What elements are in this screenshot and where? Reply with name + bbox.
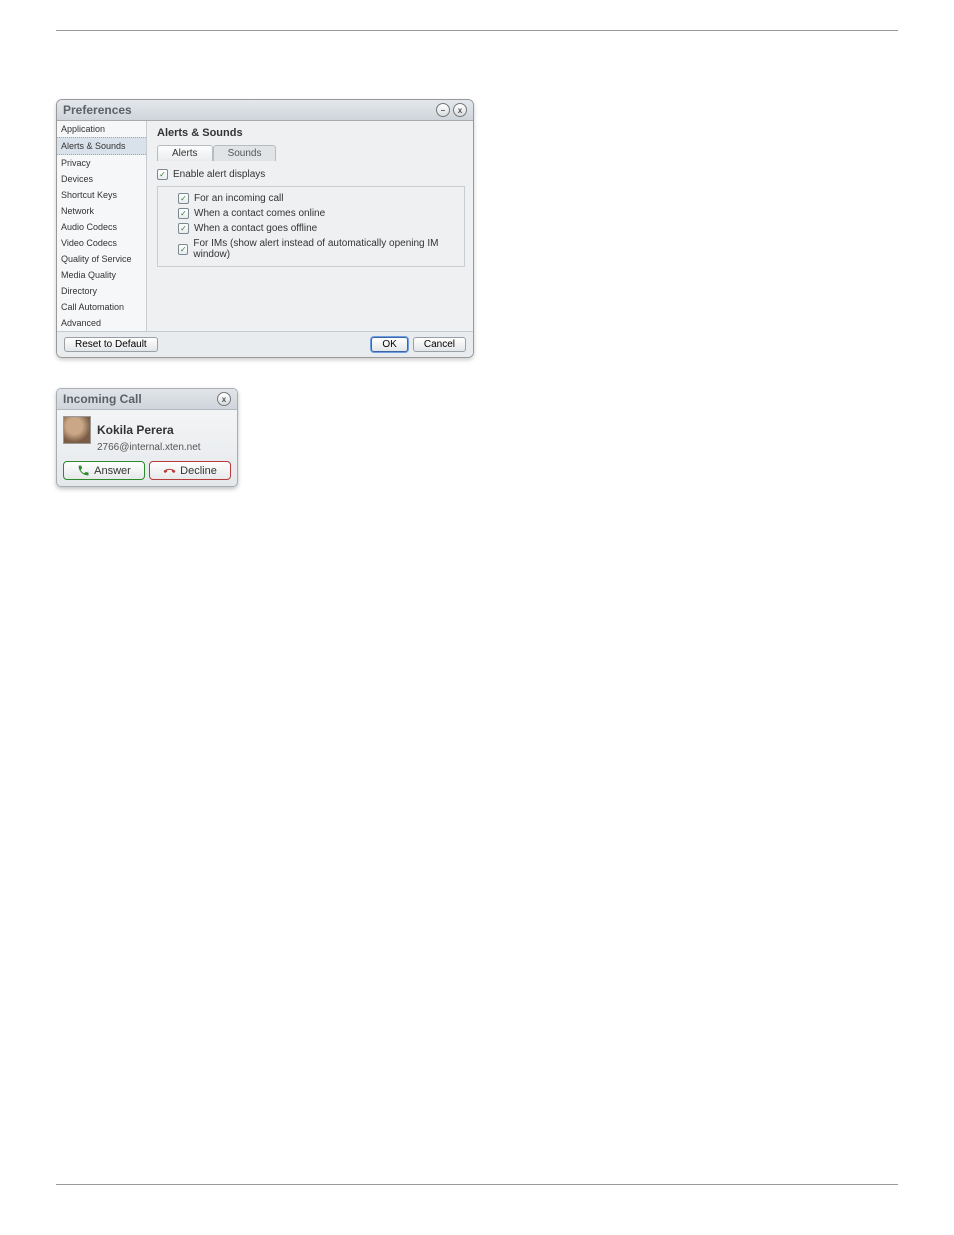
minimize-icon[interactable]: – bbox=[436, 103, 450, 117]
preferences-window: Preferences – x Application Alerts & Sou… bbox=[56, 99, 474, 358]
nav-item-call-automation[interactable]: Call Automation bbox=[57, 299, 146, 315]
check-label: When a contact goes offline bbox=[194, 223, 317, 234]
caller-name: Kokila Perera bbox=[97, 423, 174, 437]
nav-item-privacy[interactable]: Privacy bbox=[57, 155, 146, 171]
preferences-titlebar: Preferences – x bbox=[57, 100, 473, 121]
incoming-call-titlebar: Incoming Call x bbox=[57, 389, 237, 410]
check-contact-online: ✓ When a contact comes online bbox=[178, 206, 458, 221]
cancel-button[interactable]: Cancel bbox=[413, 337, 466, 352]
check-contact-offline: ✓ When a contact goes offline bbox=[178, 221, 458, 236]
page: Preferences – x Application Alerts & Sou… bbox=[56, 30, 898, 1185]
nav-item-alerts-sounds[interactable]: Alerts & Sounds bbox=[57, 137, 146, 155]
nav-item-qos[interactable]: Quality of Service bbox=[57, 251, 146, 267]
nav-item-devices[interactable]: Devices bbox=[57, 171, 146, 187]
alert-situations-group: ✓ For an incoming call ✓ When a contact … bbox=[157, 186, 465, 267]
close-icon[interactable]: x bbox=[217, 392, 231, 406]
nav-item-audio-codecs[interactable]: Audio Codecs bbox=[57, 219, 146, 235]
nav-item-media-quality[interactable]: Media Quality bbox=[57, 267, 146, 283]
answer-label: Answer bbox=[94, 465, 131, 477]
check-label: For an incoming call bbox=[194, 193, 283, 204]
close-icon[interactable]: x bbox=[453, 103, 467, 117]
preferences-footer: Reset to Default OK Cancel bbox=[57, 331, 473, 357]
incoming-call-body: Kokila Perera 2766@internal.xten.net Ans… bbox=[57, 410, 237, 486]
preferences-title: Preferences bbox=[63, 103, 132, 117]
decline-label: Decline bbox=[180, 465, 217, 477]
checkbox-icon[interactable]: ✓ bbox=[178, 244, 188, 255]
preferences-nav: Application Alerts & Sounds Privacy Devi… bbox=[57, 121, 147, 331]
answer-button[interactable]: Answer bbox=[63, 461, 145, 480]
avatar bbox=[63, 416, 91, 444]
ok-button[interactable]: OK bbox=[371, 337, 407, 352]
phone-pickup-icon bbox=[77, 464, 90, 477]
nav-item-video-codecs[interactable]: Video Codecs bbox=[57, 235, 146, 251]
checkbox-icon[interactable]: ✓ bbox=[178, 223, 189, 234]
nav-item-advanced[interactable]: Advanced bbox=[57, 315, 146, 331]
nav-item-network[interactable]: Network bbox=[57, 203, 146, 219]
checkbox-icon[interactable]: ✓ bbox=[178, 208, 189, 219]
check-ims: ✓ For IMs (show alert instead of automat… bbox=[178, 236, 458, 262]
tabs: Alerts Sounds bbox=[157, 145, 465, 161]
preferences-panel: Alerts & Sounds Alerts Sounds ✓ Enable a… bbox=[147, 121, 473, 331]
window-controls: – x bbox=[436, 103, 467, 117]
nav-item-application[interactable]: Application bbox=[57, 121, 146, 137]
preferences-body: Application Alerts & Sounds Privacy Devi… bbox=[57, 121, 473, 331]
tab-sounds[interactable]: Sounds bbox=[213, 145, 277, 161]
enable-alert-displays-row: ✓ Enable alert displays bbox=[157, 167, 465, 182]
checkbox-icon[interactable]: ✓ bbox=[157, 169, 168, 180]
decline-button[interactable]: Decline bbox=[149, 461, 231, 480]
incoming-call-popup: Incoming Call x Kokila Perera 2766@inter… bbox=[56, 388, 238, 487]
incoming-call-title: Incoming Call bbox=[63, 392, 142, 406]
footer-right-buttons: OK Cancel bbox=[371, 337, 466, 352]
call-buttons: Answer Decline bbox=[63, 461, 231, 480]
reset-to-default-button[interactable]: Reset to Default bbox=[64, 337, 158, 352]
panel-title: Alerts & Sounds bbox=[157, 127, 465, 139]
check-label: When a contact comes online bbox=[194, 208, 325, 219]
nav-item-directory[interactable]: Directory bbox=[57, 283, 146, 299]
phone-hangup-icon bbox=[163, 464, 176, 477]
caller-row: Kokila Perera bbox=[63, 416, 231, 444]
check-label: For IMs (show alert instead of automatic… bbox=[193, 238, 458, 260]
check-incoming-call: ✓ For an incoming call bbox=[178, 191, 458, 206]
nav-item-shortcut-keys[interactable]: Shortcut Keys bbox=[57, 187, 146, 203]
enable-alert-displays-label: Enable alert displays bbox=[173, 169, 265, 180]
checkbox-icon[interactable]: ✓ bbox=[178, 193, 189, 204]
tab-alerts[interactable]: Alerts bbox=[157, 145, 213, 161]
